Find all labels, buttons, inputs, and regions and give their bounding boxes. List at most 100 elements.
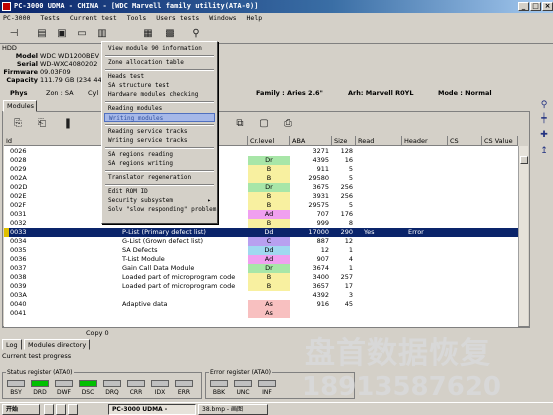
save-icon[interactable]: ▣ — [54, 26, 70, 42]
chip-icon[interactable]: ▦ — [140, 26, 156, 42]
table-row[interactable]: 0031 Ad 707 176 — [4, 210, 518, 219]
table-row[interactable]: 003A 4392 3 — [4, 291, 518, 300]
folder-icon[interactable]: ▭ — [74, 26, 90, 42]
maximize-button[interactable]: □ — [530, 2, 541, 11]
cell-header — [408, 264, 448, 273]
pause-icon[interactable]: ❚ — [60, 116, 76, 132]
error-led — [234, 380, 252, 387]
print-icon[interactable]: ⎙ — [280, 116, 296, 132]
minimize-button[interactable]: _ — [518, 2, 529, 11]
table-row[interactable]: 0032Relo bad block moduleB9998 — [4, 219, 518, 228]
menu-item[interactable]: SA regions writing — [104, 159, 215, 168]
table-row[interactable]: 0041 As — [4, 309, 518, 318]
menu-item-label: Reading modules — [108, 105, 163, 112]
pin-icon[interactable]: ┿ — [538, 114, 550, 124]
menu-current-test[interactable]: Current test — [67, 13, 120, 24]
table-row[interactable]: 0036 T-List Module Ad 907 4 — [4, 255, 518, 264]
view-icon[interactable]: ▢ — [256, 116, 272, 132]
menu-separator — [105, 124, 214, 126]
power-icon[interactable]: ⊣ — [6, 26, 22, 42]
table-row[interactable]: 0026 3271 128 — [4, 147, 518, 156]
copy-icon[interactable]: ⧉ — [232, 116, 248, 132]
menu-help[interactable]: Help — [244, 13, 266, 24]
cell-size: 16 — [344, 156, 353, 164]
menu-users-tests[interactable]: Users tests — [153, 13, 202, 24]
close-button[interactable]: × — [542, 2, 553, 11]
tab-log[interactable]: Log — [2, 339, 22, 350]
table-row[interactable]: 0028 Dr 4395 16 — [4, 156, 518, 165]
table-row[interactable]: 0040 Adaptive data As 916 45 — [4, 300, 518, 309]
table-row[interactable]: 0039 Loaded part of microprogram code B 365… — [4, 282, 518, 291]
menu-tools[interactable]: Tools — [124, 13, 150, 24]
start-button[interactable]: 开始 — [2, 404, 40, 415]
menu-item[interactable]: Reading modules — [104, 104, 215, 113]
cell-read — [364, 201, 402, 210]
menu-item[interactable]: Writing service tracks — [104, 136, 215, 145]
menu-item[interactable]: View module 90 information — [104, 44, 215, 53]
error-register-title: Error register (ATA0) — [209, 369, 273, 376]
table-row[interactable]: 0034 G-List (Grown defect list) C 887 12 — [4, 237, 518, 246]
col-cs-value[interactable]: CS Value — [482, 136, 518, 146]
tab-modules-directory[interactable]: Modules directory — [24, 339, 91, 350]
cell-read — [364, 309, 402, 318]
cyl-label: Cyl — [88, 89, 99, 97]
quicklaunch-icon-2[interactable] — [56, 404, 66, 415]
col-cr-level[interactable]: Cr.level — [248, 136, 290, 146]
menu-item-label: Zone allocation table — [108, 59, 184, 66]
menu-item[interactable]: Edit ROM ID — [104, 187, 215, 196]
cell-level: Dr — [248, 264, 290, 273]
col-read[interactable]: Read — [356, 136, 402, 146]
head-icon-right[interactable]: ⚲ — [538, 100, 550, 110]
task-pc3000[interactable]: PC-3000 UDMA - — [108, 404, 196, 415]
menu-windows[interactable]: Windows — [206, 13, 239, 24]
table-row[interactable]: 0033 P-List (Primary defect list) Dd 17000 2… — [4, 228, 518, 237]
quicklaunch-icon-3[interactable] — [68, 404, 78, 415]
head-icon[interactable]: ⚲ — [188, 26, 204, 42]
write-module-icon[interactable]: ⎗ — [34, 116, 50, 132]
tab-modules[interactable]: Modules — [3, 100, 37, 112]
menu-item[interactable]: Heads test — [104, 72, 215, 81]
cell-read — [364, 183, 402, 192]
app-icon — [2, 2, 11, 11]
cell-level: Ad — [248, 210, 290, 219]
menu-item[interactable]: SA regions reading — [104, 150, 215, 159]
table-row[interactable]: 002AodeB295805 — [4, 174, 518, 183]
table-row[interactable]: 002FodeB295755 — [4, 201, 518, 210]
menu-item[interactable]: Solv "slow responding" problem — [104, 205, 216, 214]
table-row[interactable]: 002EodeB3931256 — [4, 192, 518, 201]
col-cs[interactable]: CS — [448, 136, 482, 146]
cell-aba: 3674 — [312, 264, 329, 272]
quicklaunch-icon[interactable] — [44, 404, 54, 415]
table-row[interactable]: 0038 Loaded part of microprogram code B 340… — [4, 273, 518, 282]
disk-icon[interactable]: ▤ — [34, 26, 50, 42]
plus-icon[interactable]: ✚ — [538, 130, 550, 140]
table-row[interactable]: 0037 Gain Call Data Module Dr 3674 1 — [4, 264, 518, 273]
table-row[interactable]: 0029odeB9115 — [4, 165, 518, 174]
cell-aba: 3271 — [312, 147, 329, 155]
menu-item[interactable]: Zone allocation table — [104, 58, 215, 67]
col-aba[interactable]: ABA — [290, 136, 332, 146]
menu-item[interactable]: Reading service tracks — [104, 127, 215, 136]
arrow-icon[interactable]: ↥ — [538, 146, 550, 156]
menu-item[interactable]: Security subsystem ▸ — [104, 196, 215, 205]
table-row[interactable]: 0035 SA Defects Dd 12 1 — [4, 246, 518, 255]
menu-item[interactable]: Translator regeneration — [104, 173, 215, 182]
report-icon[interactable]: ▥ — [94, 26, 110, 42]
cell-size: 128 — [340, 147, 353, 155]
grid-icon[interactable]: ▩ — [162, 26, 178, 42]
task-paint[interactable]: 38.bmp - 画图 — [198, 404, 268, 415]
menu-item[interactable]: SA structure test — [104, 81, 215, 90]
cell-header — [408, 219, 448, 228]
col-size[interactable]: Size — [332, 136, 356, 146]
menu-item[interactable]: Hardware modules checking — [104, 90, 215, 99]
col-header[interactable]: Header — [402, 136, 448, 146]
table-row[interactable]: 002D Dr 3675 256 — [4, 183, 518, 192]
cell-header — [408, 201, 448, 210]
menu-pc3000[interactable]: PC-3000 — [0, 13, 33, 24]
scrollbar-thumb[interactable] — [520, 156, 528, 164]
table-scrollbar[interactable] — [518, 146, 528, 326]
cell-aba: 3675 — [312, 183, 329, 191]
menu-tests[interactable]: Tests — [37, 13, 63, 24]
read-module-icon[interactable]: ⎘ — [10, 116, 26, 132]
menu-item[interactable]: Writing modules — [104, 113, 215, 122]
